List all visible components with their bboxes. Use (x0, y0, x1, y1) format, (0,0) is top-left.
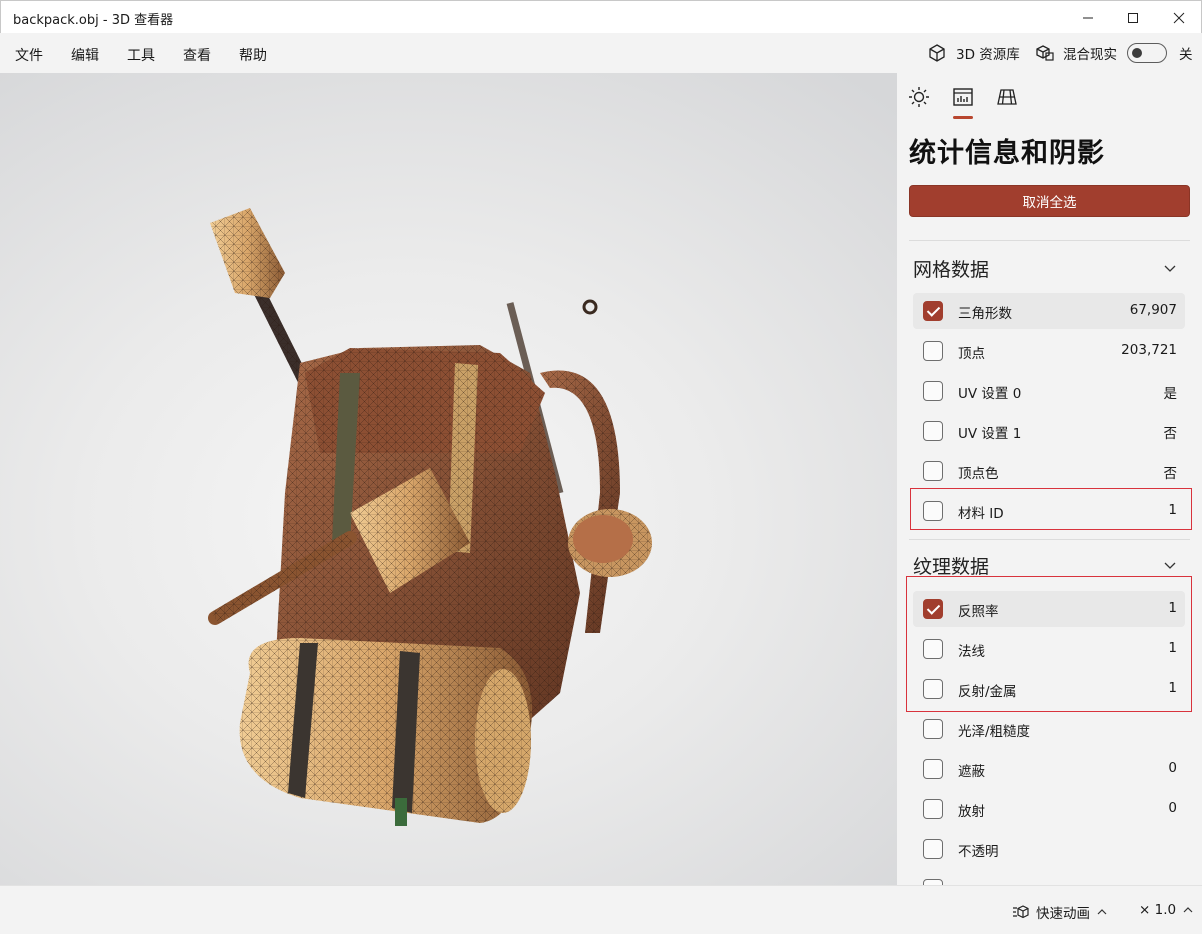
chevron-up-icon (1097, 909, 1107, 915)
mesh-data-heading: 网格数据 (913, 259, 990, 281)
3d-viewport[interactable] (0, 73, 897, 885)
checkbox[interactable] (923, 839, 943, 859)
animation-icon (1013, 905, 1029, 919)
row-value: 67,907 (1129, 302, 1177, 318)
row-label: 光泽/粗糙度 (958, 724, 1031, 740)
window-title: backpack.obj - 3D 查看器 (13, 13, 174, 28)
mesh-row-vertices[interactable]: 顶点 203,721 (913, 333, 1185, 369)
row-value: 否 (1163, 466, 1178, 482)
checkbox[interactable] (923, 341, 943, 361)
chevron-up-icon (1183, 907, 1193, 913)
row-label: 遮蔽 (958, 764, 985, 780)
checkbox[interactable] (923, 301, 943, 321)
mesh-row-triangles[interactable]: 三角形数 67,907 (913, 293, 1185, 329)
checkbox[interactable] (923, 799, 943, 819)
mixed-reality-button[interactable]: 混合现实 (1035, 33, 1117, 73)
row-label: 三角形数 (958, 306, 1012, 322)
checkbox[interactable] (923, 719, 943, 739)
mixed-reality-toggle[interactable] (1127, 33, 1167, 73)
row-label: UV 设置 1 (958, 426, 1022, 442)
row-label: 顶点 (958, 346, 985, 362)
menu-bar: 文件 编辑 工具 查看 帮助 3D 资源库 混合现实 关 (0, 33, 1202, 73)
row-value: 0 (1168, 800, 1177, 816)
title-bar: backpack.obj - 3D 查看器 (0, 0, 1202, 33)
status-bar: 快速动画 × 1.0 (0, 885, 1202, 934)
menu-help[interactable]: 帮助 (239, 45, 267, 65)
deselect-all-button[interactable]: 取消全选 (909, 185, 1190, 217)
mesh-row-uv1[interactable]: UV 设置 1 否 (913, 413, 1185, 449)
mesh-row-vertex-color[interactable]: 顶点色 否 (913, 453, 1185, 489)
speed-selector[interactable]: × 1.0 (1139, 902, 1194, 918)
grid-icon[interactable] (995, 85, 1019, 109)
highlight-box-material (910, 488, 1192, 530)
divider (909, 240, 1190, 241)
quick-animation-button[interactable]: 快速动画 (1012, 902, 1108, 922)
mixed-reality-label: 混合现实 (1063, 47, 1117, 63)
texture-row-opacity[interactable]: 不透明 (913, 831, 1185, 867)
row-value: 0 (1168, 760, 1177, 776)
panel-title: 统计信息和阴影 (909, 138, 1105, 169)
row-label: UV 设置 0 (958, 386, 1022, 402)
maximize-button[interactable] (1110, 1, 1156, 34)
row-label: 不透明 (958, 844, 999, 860)
mixed-reality-icon (1036, 45, 1054, 61)
menu-edit[interactable]: 编辑 (71, 45, 99, 65)
texture-row-emissive[interactable]: 放射 0 (913, 791, 1185, 827)
close-button[interactable] (1156, 1, 1202, 34)
toggle-switch[interactable] (1127, 43, 1167, 63)
close-icon (1173, 12, 1185, 23)
backpack-model[interactable] (0, 73, 897, 885)
toggle-knob (1132, 48, 1142, 58)
divider (909, 539, 1190, 540)
checkbox[interactable] (923, 421, 943, 441)
chevron-down-icon[interactable] (1163, 558, 1177, 572)
stats-icon[interactable] (951, 85, 975, 109)
checkbox[interactable] (923, 461, 943, 481)
speed-value: × 1.0 (1139, 902, 1177, 918)
texture-row-partial[interactable] (913, 871, 1185, 885)
texture-row-gloss-roughness[interactable]: 光泽/粗糙度 (913, 711, 1185, 747)
chevron-down-icon[interactable] (1163, 261, 1177, 275)
row-value: 203,721 (1121, 342, 1177, 358)
row-label: 顶点色 (958, 466, 999, 482)
row-label: 放射 (958, 804, 985, 820)
texture-row-occlusion[interactable]: 遮蔽 0 (913, 751, 1185, 787)
highlight-box-texture (906, 576, 1192, 712)
menu-view[interactable]: 查看 (183, 45, 211, 65)
cube-icon (929, 44, 945, 62)
maximize-icon (1128, 12, 1138, 23)
row-value: 否 (1163, 426, 1178, 442)
row-value: 是 (1163, 386, 1178, 402)
checkbox[interactable] (923, 381, 943, 401)
texture-data-heading: 纹理数据 (913, 556, 990, 578)
quick-animation-label: 快速动画 (1036, 906, 1090, 922)
3d-library-label: 3D 资源库 (956, 47, 1020, 63)
3d-library-button[interactable]: 3D 资源库 (927, 33, 1020, 73)
minimize-icon (1083, 17, 1093, 18)
active-tab-indicator (953, 116, 973, 119)
toggle-state-label: 关 (1179, 47, 1193, 63)
stats-panel: 统计信息和阴影 取消全选 网格数据 三角形数 67,907 顶点 203,721… (897, 73, 1202, 885)
menu-tools[interactable]: 工具 (127, 45, 155, 65)
lighting-icon[interactable] (907, 85, 931, 109)
minimize-button[interactable] (1065, 1, 1111, 34)
checkbox[interactable] (923, 759, 943, 779)
menu-file[interactable]: 文件 (15, 45, 43, 65)
mesh-row-uv0[interactable]: UV 设置 0 是 (913, 373, 1185, 409)
